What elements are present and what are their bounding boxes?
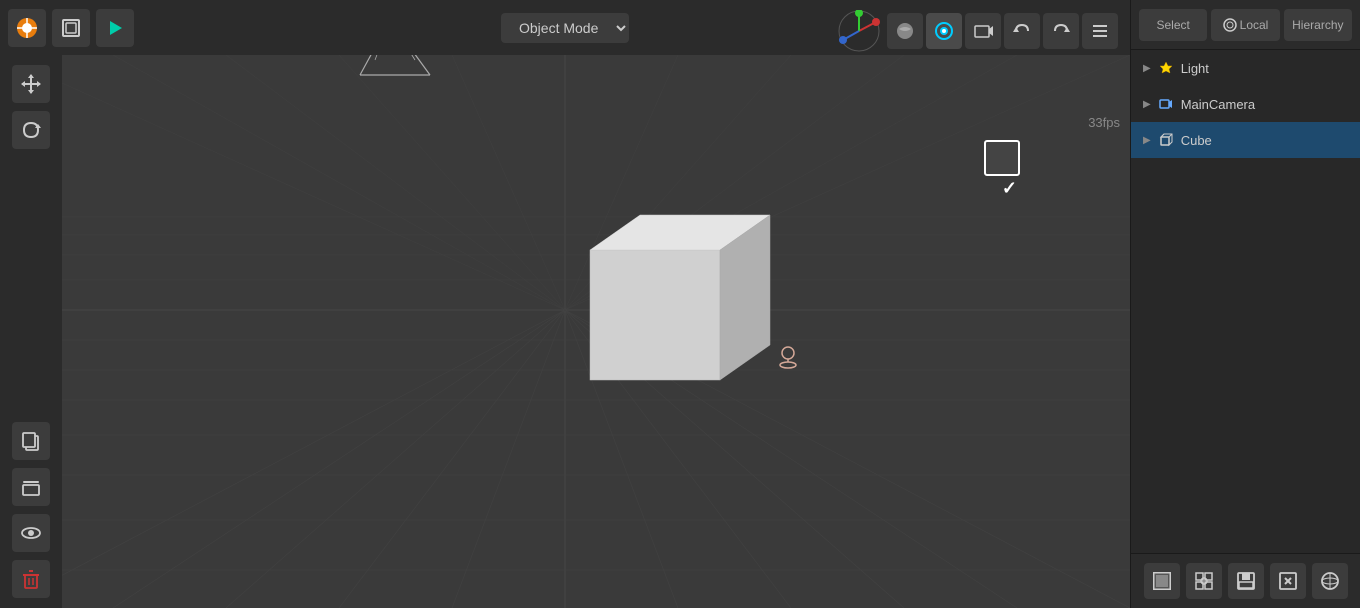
light-arrow: ▶ — [1143, 63, 1151, 74]
rendered-eye-icon — [934, 21, 954, 41]
local-button[interactable]: Local — [1211, 9, 1279, 41]
local-label: Local — [1240, 18, 1269, 32]
grid — [0, 0, 1130, 608]
copy-icon — [20, 430, 42, 452]
redo-button[interactable] — [1043, 13, 1079, 49]
redo-icon — [1051, 21, 1071, 41]
blender-logo-icon — [16, 17, 38, 39]
maincamera-name: MainCamera — [1181, 97, 1255, 112]
fps-counter: 33fps — [1088, 115, 1120, 130]
undo-icon — [1012, 21, 1032, 41]
camera-icon — [973, 21, 993, 41]
refresh-icon — [20, 119, 42, 141]
render-icon — [1152, 571, 1172, 591]
maincamera-arrow: ▶ — [1143, 99, 1151, 110]
move-icon — [20, 73, 42, 95]
cube-arrow: ▶ — [1143, 135, 1151, 146]
select-button[interactable]: Select — [1139, 9, 1207, 41]
copy-button[interactable] — [12, 422, 50, 460]
sphere-icon — [1320, 571, 1340, 591]
delete-icon — [20, 568, 42, 590]
viewport-shading-solid-button[interactable] — [887, 13, 923, 49]
undo-button[interactable] — [1004, 13, 1040, 49]
cube-3d[interactable] — [590, 215, 770, 380]
light-icon — [1159, 61, 1173, 75]
gizmo-widget — [838, 10, 880, 52]
mode-dropdown[interactable]: Object Mode — [501, 13, 629, 43]
camera-button[interactable] — [965, 13, 1001, 49]
play-button[interactable] — [96, 9, 134, 47]
hierarchy-list: ▶ Light ▶ MainCamera ▶ Cube — [1131, 50, 1360, 158]
blender-logo-button[interactable] — [8, 9, 46, 47]
right-panel: Select Local Hierarchy ▶ Light ▶ MainCam… — [1130, 0, 1360, 608]
delete-scene-button[interactable] — [1270, 563, 1306, 599]
save-scene-button[interactable] — [1228, 563, 1264, 599]
hierarchy-button[interactable]: Hierarchy — [1284, 9, 1352, 41]
layout-view-icon — [1194, 571, 1214, 591]
right-panel-header: Select Local Hierarchy — [1131, 0, 1360, 50]
render-scene-button[interactable] — [1144, 563, 1180, 599]
refresh-button[interactable] — [12, 111, 50, 149]
move-button[interactable] — [12, 65, 50, 103]
hierarchy-item-maincamera[interactable]: ▶ MainCamera — [1131, 86, 1360, 122]
play-icon — [106, 19, 124, 37]
eye-button[interactable] — [12, 514, 50, 552]
maincamera-icon — [1159, 97, 1173, 111]
selection-box — [984, 140, 1020, 176]
layer-icon — [20, 476, 42, 498]
local-icon — [1223, 18, 1237, 32]
sphere-view-button[interactable] — [1312, 563, 1348, 599]
layout-toggle-button[interactable] — [52, 9, 90, 47]
delete-button[interactable] — [12, 560, 50, 598]
menu-button[interactable] — [1082, 13, 1118, 49]
layer-button[interactable] — [12, 468, 50, 506]
nav-icons — [838, 10, 1118, 52]
check-mark: ✓ — [1002, 178, 1017, 199]
cube-name: Cube — [1181, 133, 1212, 148]
solid-sphere-icon — [895, 21, 915, 41]
delete-scene-icon — [1278, 571, 1298, 591]
cube-icon — [1159, 133, 1173, 147]
menu-icon — [1090, 21, 1110, 41]
viewport-shading-rendered-button[interactable] — [926, 13, 962, 49]
layout-toggle-icon — [61, 18, 81, 38]
save-icon — [1236, 571, 1256, 591]
left-sidebar — [0, 55, 62, 608]
right-panel-bottom — [1131, 553, 1360, 608]
light-name: Light — [1181, 61, 1209, 76]
viewport[interactable]: 33fps ✓ — [0, 0, 1130, 608]
hierarchy-item-light[interactable]: ▶ Light — [1131, 50, 1360, 86]
layout-view-button[interactable] — [1186, 563, 1222, 599]
eye-icon — [20, 522, 42, 544]
hierarchy-item-cube[interactable]: ▶ Cube — [1131, 122, 1360, 158]
